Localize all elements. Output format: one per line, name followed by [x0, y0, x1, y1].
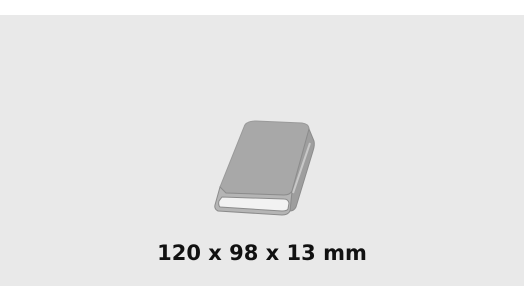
product-dimensions-label: 120 x 98 x 13 mm [157, 241, 367, 265]
product-size-panel: 120 x 98 x 13 mm [0, 15, 524, 286]
book-icon [210, 119, 316, 227]
